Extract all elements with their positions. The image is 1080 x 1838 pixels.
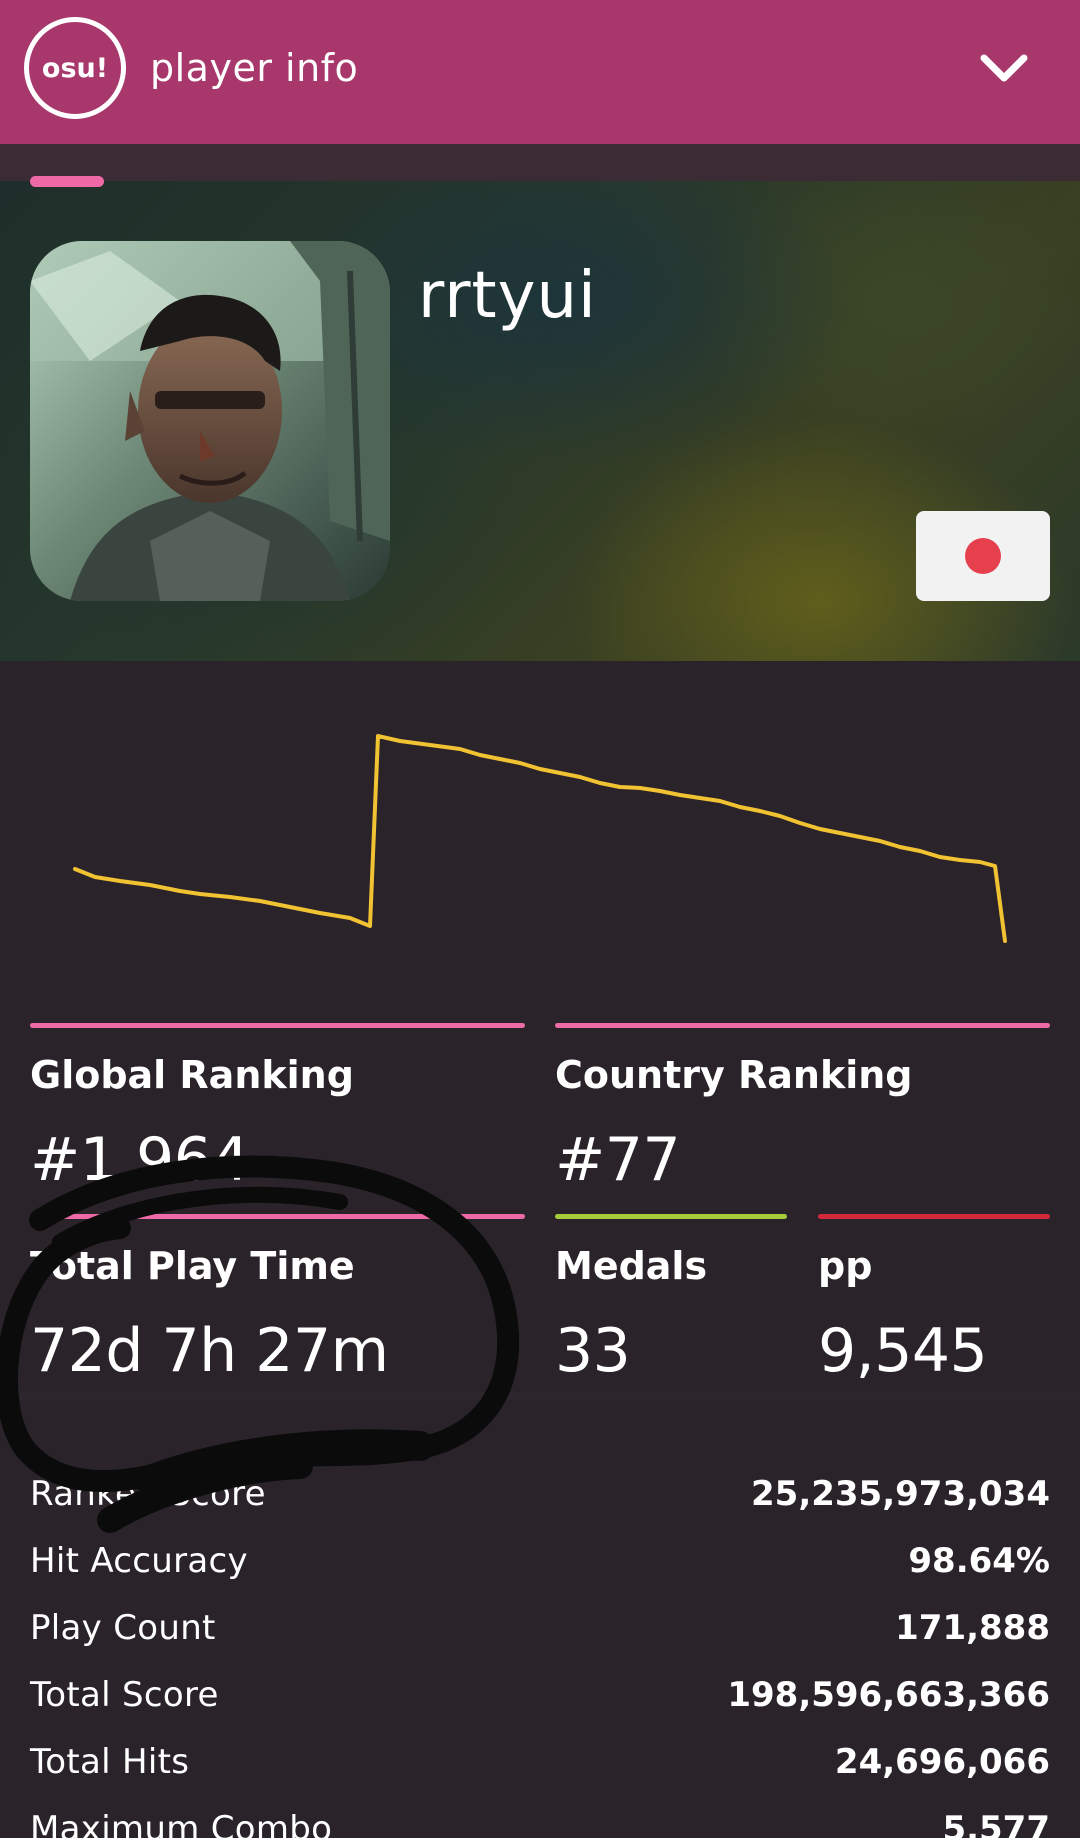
pp-value: 9,545 xyxy=(818,1316,988,1386)
detail-label: Hit Accuracy xyxy=(30,1541,248,1581)
page-title: player info xyxy=(150,46,359,90)
japan-flag-icon xyxy=(965,538,1001,574)
tab-bar xyxy=(0,144,1080,181)
total-play-time-label: Total Play Time xyxy=(30,1244,355,1288)
detail-value: 5,577 xyxy=(942,1809,1050,1838)
detail-row-total-score: Total Score 198,596,663,366 xyxy=(30,1675,1050,1731)
avatar[interactable] xyxy=(30,241,390,601)
detail-label: Play Count xyxy=(30,1608,216,1648)
chevron-down-icon[interactable] xyxy=(976,44,1032,92)
rank-history-graph[interactable] xyxy=(0,661,1080,1021)
global-ranking-label: Global Ranking xyxy=(30,1053,354,1097)
avatar-image xyxy=(30,241,390,601)
medals-value: 33 xyxy=(555,1316,631,1386)
detail-row-maximum-combo: Maximum Combo 5,577 xyxy=(30,1809,1050,1838)
detail-value: 24,696,066 xyxy=(834,1742,1050,1782)
detail-row-total-hits: Total Hits 24,696,066 xyxy=(30,1742,1050,1798)
detail-label: Ranked Score xyxy=(30,1474,266,1514)
global-ranking-bar xyxy=(30,1023,525,1028)
tab-indicator[interactable] xyxy=(30,176,104,187)
global-ranking-stat: Global Ranking #1,964 xyxy=(30,1023,525,1195)
detail-label: Total Score xyxy=(30,1675,219,1715)
country-flag[interactable] xyxy=(916,511,1050,601)
detail-label: Maximum Combo xyxy=(30,1809,333,1838)
detail-row-hit-accuracy: Hit Accuracy 98.64% xyxy=(30,1541,1050,1597)
pp-stat: pp 9,545 xyxy=(818,1214,1050,1386)
medals-bar xyxy=(555,1214,787,1219)
osu-logo[interactable]: osu! xyxy=(24,17,126,119)
country-ranking-bar xyxy=(555,1023,1050,1028)
total-play-time-stat: Total Play Time 72d 7h 27m xyxy=(30,1214,525,1386)
global-ranking-value: #1,964 xyxy=(30,1125,250,1195)
country-ranking-label: Country Ranking xyxy=(555,1053,913,1097)
total-play-time-bar xyxy=(30,1214,525,1219)
detail-value: 198,596,663,366 xyxy=(727,1675,1050,1715)
pp-bar xyxy=(818,1214,1050,1219)
total-play-time-value: 72d 7h 27m xyxy=(30,1316,389,1386)
detail-value: 98.64% xyxy=(908,1541,1050,1581)
detail-row-ranked-score: Ranked Score 25,235,973,034 xyxy=(30,1474,1050,1530)
medals-label: Medals xyxy=(555,1244,708,1288)
player-info-page: osu! player info rrtyui Global Ranking #… xyxy=(0,0,1080,1838)
username: rrtyui xyxy=(418,259,597,333)
rank-history-line xyxy=(73,734,1007,943)
detail-label: Total Hits xyxy=(30,1742,190,1782)
profile-cover: rrtyui xyxy=(0,181,1080,661)
detail-value: 25,235,973,034 xyxy=(751,1474,1050,1514)
pp-label: pp xyxy=(818,1244,873,1288)
app-header: osu! player info xyxy=(0,0,1080,144)
country-ranking-value: #77 xyxy=(555,1125,681,1195)
detail-value: 171,888 xyxy=(895,1608,1050,1648)
osu-logo-text: osu! xyxy=(41,52,109,84)
detail-row-play-count: Play Count 171,888 xyxy=(30,1608,1050,1664)
country-ranking-stat: Country Ranking #77 xyxy=(555,1023,1050,1195)
medals-stat: Medals 33 xyxy=(555,1214,787,1386)
